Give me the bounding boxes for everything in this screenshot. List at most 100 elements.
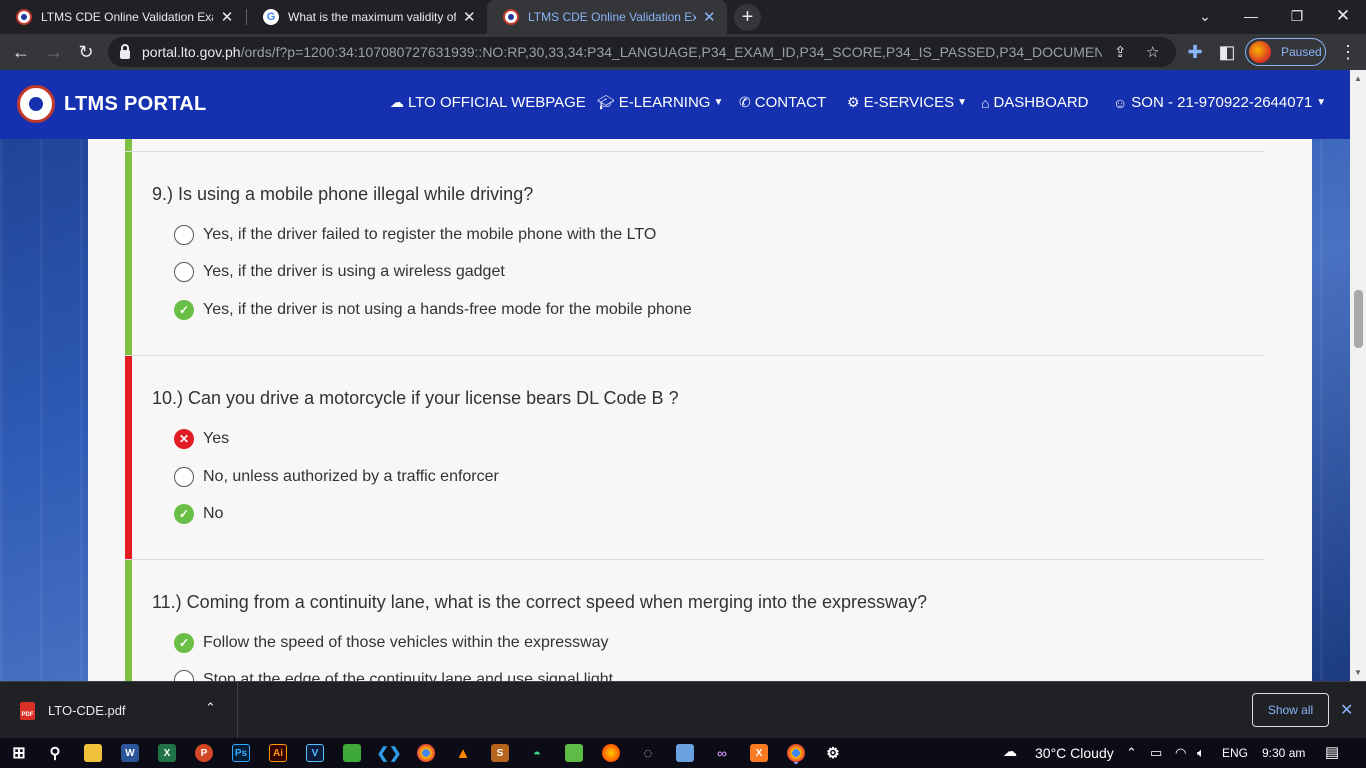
- answer-option[interactable]: ✓ Yes, if the driver is not using a hand…: [174, 300, 692, 320]
- answer-option[interactable]: Stop at the edge of the continuity lane …: [174, 670, 613, 681]
- android-studio-icon[interactable]: ◓: [528, 744, 546, 762]
- illustrator-icon[interactable]: Ai: [269, 744, 287, 762]
- nav-label: DASHBOARD: [993, 94, 1089, 111]
- visio-icon[interactable]: V: [306, 744, 324, 762]
- 3d-viewer-icon[interactable]: [676, 744, 694, 762]
- share-icon[interactable]: ⇪: [1114, 43, 1127, 61]
- chevron-up-icon[interactable]: ⌃: [1126, 745, 1137, 761]
- vscode-icon[interactable]: ❮❯: [376, 744, 401, 762]
- unity-icon[interactable]: ◌: [639, 744, 657, 762]
- close-tab-icon[interactable]: ✕: [702, 8, 717, 26]
- scroll-down-icon[interactable]: ▼: [1354, 668, 1362, 677]
- answer-option[interactable]: ✕ Yes: [174, 429, 229, 449]
- pdf-file-icon: PDF: [20, 702, 35, 720]
- sublime-icon[interactable]: S: [491, 744, 509, 762]
- graduation-cap-icon: 🎓︎: [597, 94, 615, 110]
- firefox-icon[interactable]: [602, 744, 620, 762]
- notifications-icon[interactable]: ▤: [1325, 743, 1339, 761]
- excel-icon[interactable]: X: [158, 744, 176, 762]
- option-label: No, unless authorized by a traffic enfor…: [203, 468, 499, 485]
- battery-icon[interactable]: ▭: [1150, 745, 1162, 761]
- tab-ltms-exam-active[interactable]: LTMS CDE Online Validation Exam ✕: [487, 0, 727, 34]
- nav-user-menu[interactable]: ☺ SON - 21-970922-2644071 ▼: [1113, 94, 1326, 111]
- chrome-icon[interactable]: [417, 744, 435, 762]
- reload-icon[interactable]: ↻: [74, 40, 98, 64]
- wifi-icon[interactable]: ◠: [1175, 745, 1186, 761]
- forward-icon[interactable]: →: [42, 40, 66, 64]
- cloud-icon: ☁: [390, 94, 404, 110]
- answer-option[interactable]: Yes, if the driver failed to register th…: [174, 225, 656, 245]
- tab-search-icon[interactable]: ⌄: [1182, 0, 1228, 32]
- option-label: Yes: [203, 430, 230, 447]
- option-label: No: [203, 505, 224, 522]
- scroll-up-icon[interactable]: ▲: [1354, 74, 1362, 83]
- search-icon[interactable]: ⚲: [46, 744, 64, 762]
- menu-icon[interactable]: ⋮: [1336, 40, 1360, 64]
- question-block-11: 11.) Coming from a continuity lane, what…: [125, 560, 1264, 681]
- close-window-button[interactable]: ✕: [1320, 0, 1366, 32]
- windows-start-icon[interactable]: ⊞: [10, 744, 28, 762]
- caret-down-icon: ▼: [957, 97, 968, 108]
- paint-icon[interactable]: [343, 744, 361, 762]
- store-icon[interactable]: [565, 744, 583, 762]
- correct-indicator-bar: [125, 152, 132, 355]
- radio-button[interactable]: [174, 467, 194, 487]
- option-label: Yes, if the driver is using a wireless g…: [203, 263, 505, 280]
- nav-contact[interactable]: ✆ CONTACT: [739, 94, 826, 111]
- cloud-weather-icon[interactable]: ☁: [1003, 743, 1017, 760]
- answer-option[interactable]: No, unless authorized by a traffic enfor…: [174, 467, 499, 487]
- checkmark-icon: ✓: [174, 633, 194, 653]
- new-tab-button[interactable]: +: [734, 4, 761, 31]
- tab-google-search[interactable]: G What is the maximum validity of ✕: [247, 0, 487, 34]
- close-tab-icon[interactable]: ✕: [462, 8, 477, 26]
- portal-brand[interactable]: LTMS PORTAL: [64, 93, 207, 116]
- back-icon[interactable]: ←: [9, 40, 33, 64]
- radio-button[interactable]: [174, 225, 194, 245]
- radio-button[interactable]: [174, 670, 194, 681]
- download-file-name[interactable]: LTO-CDE.pdf: [48, 703, 126, 718]
- profile-button[interactable]: Paused: [1245, 38, 1326, 66]
- powerpoint-icon[interactable]: P: [195, 744, 213, 762]
- weather-text[interactable]: 30°C Cloudy: [1035, 745, 1114, 761]
- volume-icon[interactable]: 🔈︎: [1197, 745, 1205, 761]
- side-panel-icon[interactable]: ◧: [1215, 40, 1239, 64]
- close-tab-icon[interactable]: ✕: [219, 8, 235, 26]
- xampp-icon[interactable]: X: [750, 744, 768, 762]
- answer-option[interactable]: ✓ No: [174, 504, 223, 524]
- bookmark-star-icon[interactable]: ☆: [1146, 43, 1159, 61]
- nav-label: SON - 21-970922-2644071: [1131, 94, 1313, 111]
- lto-logo-icon[interactable]: [17, 85, 55, 123]
- google-icon: G: [263, 9, 279, 25]
- shelf-divider: [237, 682, 238, 739]
- vlc-icon[interactable]: ▲: [454, 744, 472, 762]
- file-explorer-icon[interactable]: [84, 744, 102, 762]
- word-icon[interactable]: W: [121, 744, 139, 762]
- tab-ltms-exam-1[interactable]: LTMS CDE Online Validation Exam ✕: [0, 0, 245, 34]
- visual-studio-icon[interactable]: ∞: [713, 744, 731, 762]
- nav-eservices[interactable]: ⚙ E-SERVICES ▼: [847, 94, 967, 111]
- close-shelf-icon[interactable]: ✕: [1340, 700, 1353, 720]
- nav-dashboard[interactable]: ⌂ DASHBOARD: [981, 94, 1089, 111]
- photoshop-icon[interactable]: Ps: [232, 744, 250, 762]
- radio-button[interactable]: [174, 262, 194, 282]
- scrollbar-thumb[interactable]: [1354, 290, 1363, 348]
- nav-elearning[interactable]: 🎓︎ E-LEARNING ▼: [597, 94, 723, 111]
- settings-icon[interactable]: ⚙: [824, 744, 842, 762]
- checkmark-icon: ✓: [174, 300, 194, 320]
- chevron-up-icon[interactable]: ⌃: [205, 700, 216, 716]
- wrong-indicator-bar: [125, 356, 132, 559]
- portal-header: LTMS PORTAL ☁ LTO OFFICIAL WEBPAGE 🎓︎ E-…: [0, 70, 1350, 139]
- user-icon: ☺: [1113, 94, 1128, 111]
- language-indicator[interactable]: ENG: [1222, 746, 1248, 760]
- answer-option[interactable]: ✓ Follow the speed of those vehicles wit…: [174, 633, 609, 653]
- show-all-button[interactable]: Show all: [1252, 693, 1329, 727]
- clock[interactable]: 9:30 am: [1262, 746, 1305, 760]
- address-bar[interactable]: portal.lto.gov.ph/ords/f?p=1200:34:10708…: [108, 37, 1176, 67]
- nav-official-webpage[interactable]: ☁ LTO OFFICIAL WEBPAGE: [390, 94, 586, 111]
- minimize-button[interactable]: —: [1228, 0, 1274, 32]
- restore-button[interactable]: ❐: [1274, 0, 1320, 32]
- extensions-icon[interactable]: ✚: [1183, 40, 1207, 64]
- chrome-active-icon[interactable]: [787, 744, 805, 762]
- page-scrollbar[interactable]: ▲ ▼: [1350, 70, 1366, 681]
- answer-option[interactable]: Yes, if the driver is using a wireless g…: [174, 262, 505, 282]
